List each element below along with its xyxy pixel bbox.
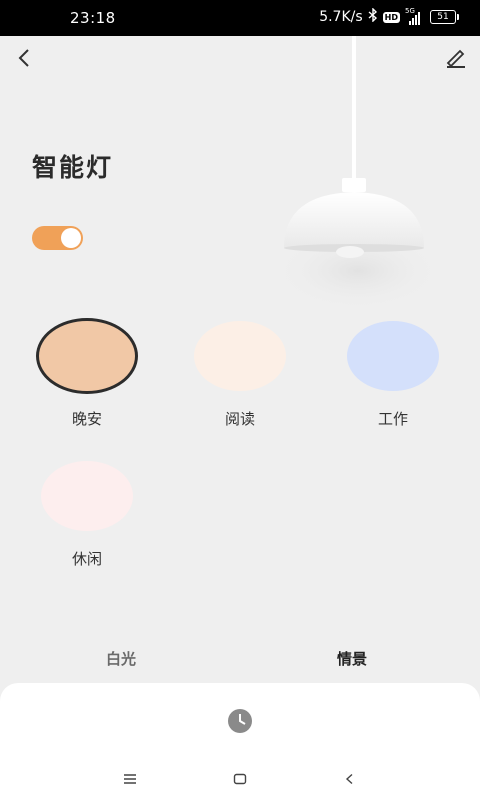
chevron-left-icon [18,49,29,67]
nav-back-button[interactable] [336,766,364,792]
status-time: 23:18 [70,9,116,27]
scene-label: 休闲 [71,550,102,568]
toggle-knob [61,228,81,248]
status-bar: 23:18 5.7K/s HD 5G 51 [0,0,480,36]
nav-home-button[interactable] [226,766,254,792]
menu-icon [124,774,136,784]
back-button[interactable] [8,42,40,74]
clock-icon [228,709,252,733]
scene-color-swatch [347,321,439,391]
battery-icon: 51 [430,10,459,24]
bluetooth-icon [368,7,378,26]
scene-color-swatch [36,318,138,394]
scene-label: 阅读 [224,410,255,428]
scene-goodnight[interactable]: 晚安 [27,318,147,438]
tab-scene[interactable]: 情景 [337,648,367,669]
timer-button[interactable] [226,707,254,735]
tab-white-light[interactable]: 白光 [106,648,136,669]
system-nav-bar [0,758,480,800]
scene-color-swatch [41,461,133,531]
app-screen: 23:18 5.7K/s HD 5G 51 智能灯 晚安 阅读 工作 休闲 白光… [0,0,480,800]
status-indicators: 5.7K/s HD 5G 51 [319,7,459,26]
scene-leisure[interactable]: 休闲 [27,461,147,581]
scene-reading[interactable]: 阅读 [180,321,300,441]
home-icon [233,773,247,785]
lamp-illustration [270,36,450,316]
back-icon [345,773,353,785]
scene-work[interactable]: 工作 [333,321,453,441]
scene-label: 工作 [377,410,408,428]
nav-menu-button[interactable] [116,766,144,792]
scene-color-swatch [194,321,286,391]
bottom-sheet [0,683,480,800]
page-title: 智能灯 [32,153,114,182]
power-toggle[interactable] [32,226,83,250]
net-speed: 5.7K/s [319,9,363,25]
scene-label: 晚安 [71,410,102,428]
signal-icon: 5G [405,7,425,25]
hd-badge: HD [382,11,400,23]
